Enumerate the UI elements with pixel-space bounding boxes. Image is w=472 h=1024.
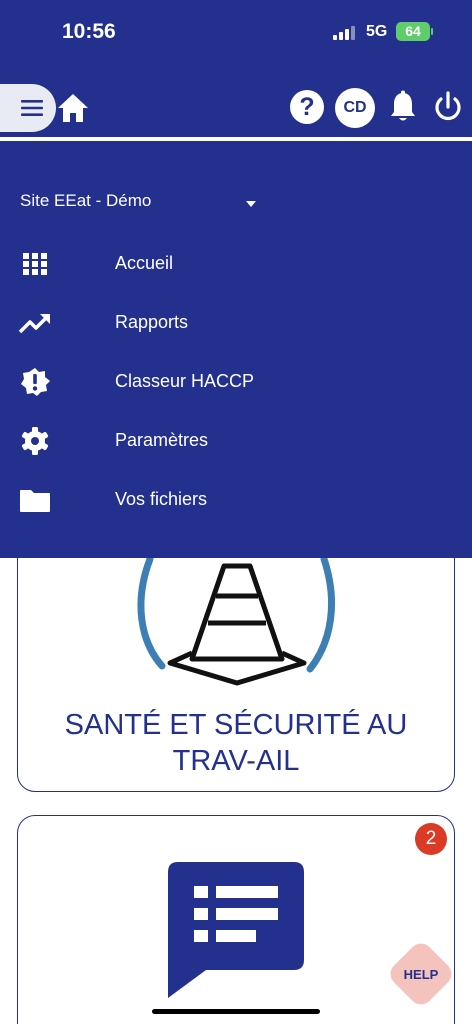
bell-icon[interactable] [388, 90, 418, 124]
help-fab-label: HELP [403, 967, 439, 982]
nav-drawer: Site EEat - Démo Accueil Rapports Classe… [0, 145, 472, 558]
nav-item-rapports[interactable]: Rapports [0, 299, 472, 347]
card-title: SANTÉ ET SÉCURITÉ AU TRAV-AIL [64, 709, 408, 777]
avatar[interactable]: CD [335, 88, 375, 128]
nav-item-classeur-haccp[interactable]: Classeur HACCP [0, 358, 472, 406]
battery-icon: 64 [396, 22, 430, 41]
nav-item-vos-fichiers[interactable]: Vos fichiers [0, 476, 472, 524]
help-question-button[interactable]: ? [290, 90, 324, 124]
nav-item-accueil[interactable]: Accueil [0, 240, 472, 288]
traffic-cone-icon [137, 555, 336, 686]
caret-down-icon [246, 201, 256, 207]
site-selector[interactable]: Site EEat - Démo [20, 191, 260, 215]
alert-badge-icon [21, 368, 50, 396]
nav-label: Classeur HACCP [115, 371, 255, 391]
network-label: 5G [366, 23, 388, 40]
status-time: 10:56 [62, 20, 116, 43]
power-icon[interactable] [432, 90, 464, 124]
signal-icon [333, 26, 357, 40]
nav-label: Paramètres [115, 430, 209, 450]
nav-label: Rapports [115, 312, 189, 332]
list-chat-icon [168, 862, 304, 998]
card-health-safety[interactable]: SANTÉ ET SÉCURITÉ AU TRAV-AIL [17, 520, 455, 792]
folder-icon [20, 490, 50, 512]
grid-icon [23, 253, 47, 275]
nav-label: Vos fichiers [115, 489, 208, 509]
menu-button[interactable] [0, 84, 56, 132]
app-header: ? CD [0, 70, 472, 145]
home-icon[interactable] [56, 92, 90, 124]
site-name: Site EEat - Démo [20, 191, 152, 210]
nav-label: Accueil [115, 253, 174, 273]
battery-tip [431, 28, 433, 35]
hamburger-icon [21, 100, 43, 116]
header-divider [0, 137, 472, 141]
trending-up-icon [18, 314, 50, 334]
notification-badge: 2 [415, 823, 447, 855]
status-bar: 10:56 5G 64 [0, 0, 472, 70]
nav-item-parametres[interactable]: Paramètres [0, 417, 472, 465]
gear-icon [21, 427, 49, 455]
home-indicator [152, 1009, 320, 1014]
help-fab[interactable]: HELP [383, 936, 459, 1012]
